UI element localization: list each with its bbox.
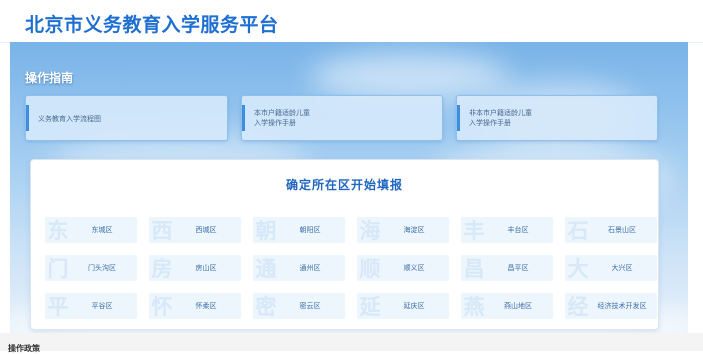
district-label: 怀柔区 (195, 302, 217, 310)
guide-card-local-manual[interactable]: 本市户籍适龄儿童 入学操作手册 (241, 95, 443, 141)
district-label: 通州区 (299, 264, 321, 272)
district-button[interactable]: 门门头沟区 (45, 255, 137, 281)
district-label: 门头沟区 (88, 264, 116, 272)
district-button[interactable]: 海海淀区 (357, 217, 449, 243)
district-button[interactable]: 丰丰台区 (461, 217, 553, 243)
site-header: 北京市义务教育入学服务平台 (0, 0, 703, 43)
district-label: 大兴区 (611, 264, 633, 272)
district-button[interactable]: 通通州区 (253, 255, 345, 281)
guide-card-label: 非本市户籍适龄儿童 (469, 109, 532, 117)
district-label: 房山区 (195, 264, 217, 272)
district-button[interactable]: 燕燕山地区 (461, 293, 553, 319)
site-title[interactable]: 北京市义务教育入学服务平台 (25, 10, 279, 37)
district-label: 东城区 (91, 226, 113, 234)
district-button[interactable]: 怀怀柔区 (149, 293, 241, 319)
guide-heading: 操作指南 (25, 71, 74, 85)
district-selection-panel: 确定所在区开始填报 东东城区西西城区朝朝阳区海海淀区丰丰台区石石景山区门门头沟区… (30, 159, 659, 330)
district-button[interactable]: 顺顺义区 (357, 255, 449, 281)
district-label: 平谷区 (91, 302, 113, 310)
guide-card-sublabel: 入学操作手册 (254, 119, 296, 127)
district-button[interactable]: 石石景山区 (565, 217, 657, 243)
next-section-label: 操作政策 (8, 344, 40, 353)
district-button[interactable]: 昌昌平区 (461, 255, 553, 281)
district-label: 石景山区 (608, 226, 636, 234)
guide-card-label: 义务教育入学流程图 (38, 115, 101, 123)
district-label: 丰台区 (507, 226, 529, 234)
district-button[interactable]: 朝朝阳区 (253, 217, 345, 243)
district-label: 西城区 (195, 226, 217, 234)
district-button[interactable]: 延延庆区 (357, 293, 449, 319)
guide-card-enrollment-flowchart[interactable]: 义务教育入学流程图 (25, 95, 228, 141)
district-button[interactable]: 房房山区 (149, 255, 241, 281)
district-label: 顺义区 (403, 264, 425, 272)
district-label: 密云区 (299, 302, 321, 310)
district-label: 昌平区 (507, 264, 529, 272)
district-button[interactable]: 东东城区 (45, 217, 137, 243)
hero-banner: 操作指南 义务教育入学流程图 本市户籍适龄儿童 入学操作手册 非本市户籍适龄儿童… (10, 42, 688, 345)
district-label: 燕山地区 (504, 302, 532, 310)
district-button[interactable]: 经经济技术开发区 (565, 293, 657, 319)
district-button[interactable]: 西西城区 (149, 217, 241, 243)
district-button[interactable]: 平平谷区 (45, 293, 137, 319)
district-label: 经济技术开发区 (597, 302, 647, 310)
guide-card-nonlocal-manual[interactable]: 非本市户籍适龄儿童 入学操作手册 (456, 95, 658, 141)
next-section-strip: 操作政策 (0, 333, 703, 353)
district-label: 海淀区 (403, 226, 425, 234)
district-button[interactable]: 密密云区 (253, 293, 345, 319)
guide-card-label: 本市户籍适龄儿童 (254, 109, 310, 117)
district-panel-title: 确定所在区开始填报 (285, 178, 403, 192)
district-label: 延庆区 (403, 302, 425, 310)
guide-card-sublabel: 入学操作手册 (469, 119, 511, 127)
district-label: 朝阳区 (299, 226, 321, 234)
district-button[interactable]: 大大兴区 (565, 255, 657, 281)
